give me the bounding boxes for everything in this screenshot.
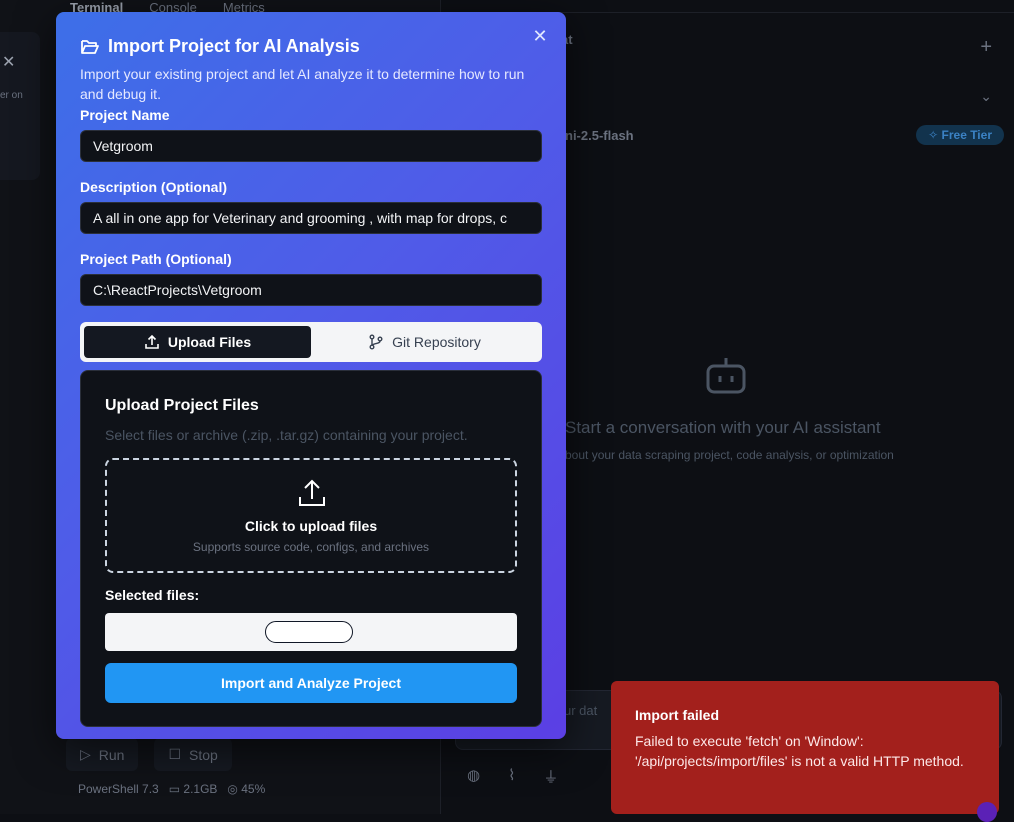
stop-button[interactable]: ☐ Stop bbox=[154, 738, 232, 771]
run-controls: ▷ Run ☐ Stop bbox=[66, 738, 232, 771]
dropzone-subtitle: Supports source code, configs, and archi… bbox=[192, 540, 430, 554]
upload-icon bbox=[145, 334, 159, 349]
empty-state-title: Start a conversation with your AI assist… bbox=[565, 418, 881, 437]
modal-header: Import Project for AI Analysis bbox=[80, 36, 360, 57]
assistant-fab[interactable] bbox=[977, 802, 997, 822]
upload-title: Upload Project Files bbox=[105, 397, 259, 414]
run-label: Run bbox=[98, 746, 125, 763]
tab-git-repository-label: Git Repository bbox=[392, 334, 481, 350]
chat-tools: ◍ ⌇ ⏚ bbox=[467, 766, 558, 787]
project-name-label: Project Name bbox=[80, 107, 170, 123]
selected-files-list bbox=[105, 613, 517, 651]
git-branch-icon bbox=[369, 334, 383, 350]
status-bar: PowerShell 7.3 ▭ 2.1GB ◎ 45% bbox=[78, 782, 265, 796]
paperclip-icon[interactable]: ⌇ bbox=[508, 766, 515, 787]
new-chat-icon[interactable]: + bbox=[980, 36, 992, 59]
empty-state-subtitle: bout your data scraping project, code an… bbox=[565, 448, 894, 462]
robot-icon bbox=[706, 358, 746, 394]
dropzone-title: Click to upload files bbox=[244, 518, 378, 534]
chevron-down-icon[interactable]: ⌄ bbox=[980, 88, 992, 105]
upload-subtitle: Select files or archive (.zip, .tar.gz) … bbox=[105, 427, 468, 443]
notification-text: er on bbox=[0, 90, 23, 101]
play-icon: ▷ bbox=[80, 746, 91, 762]
upload-panel: Upload Project Files Select files or arc… bbox=[80, 370, 542, 727]
toast-message: Failed to execute 'fetch' on 'Window': '… bbox=[635, 733, 964, 769]
stop-label: Stop bbox=[189, 746, 218, 763]
import-project-modal: ✕ Import Project for AI Analysis Import … bbox=[56, 12, 566, 739]
globe-icon[interactable]: ◍ bbox=[467, 766, 480, 787]
modal-description: Import your existing project and let AI … bbox=[80, 66, 525, 102]
selected-files-label: Selected files: bbox=[105, 587, 200, 603]
description-input[interactable]: A all in one app for Veterinary and groo… bbox=[80, 202, 542, 234]
model-name: ni-2.5-flash bbox=[565, 128, 634, 143]
tab-git-repository[interactable]: Git Repository bbox=[311, 326, 538, 358]
run-button[interactable]: ▷ Run bbox=[66, 738, 139, 771]
chat-input-placeholder: ur dat bbox=[564, 703, 598, 718]
tier-badge: ✧ Free Tier bbox=[916, 125, 1004, 145]
stop-icon: ☐ bbox=[168, 746, 182, 762]
close-icon[interactable]: ✕ bbox=[530, 26, 550, 46]
notification-card: ✕ er on bbox=[0, 32, 40, 180]
memory-usage: ▭ 2.1GB bbox=[168, 782, 218, 796]
folder-open-icon bbox=[81, 39, 99, 54]
toast-title: Import failed bbox=[635, 707, 720, 723]
project-name-input[interactable]: Vetgroom bbox=[80, 130, 542, 162]
shell-version: PowerShell 7.3 bbox=[78, 782, 159, 796]
close-icon[interactable]: ✕ bbox=[2, 52, 15, 72]
cpu-usage: ◎ 45% bbox=[227, 782, 266, 796]
modal-title: Import Project for AI Analysis bbox=[108, 36, 360, 56]
project-path-label: Project Path (Optional) bbox=[80, 251, 232, 267]
tab-upload-files-label: Upload Files bbox=[167, 334, 252, 350]
import-analyze-button[interactable]: Import and Analyze Project bbox=[105, 663, 517, 703]
selected-file-chip[interactable] bbox=[265, 621, 353, 643]
file-dropzone[interactable]: Click to upload files Supports source co… bbox=[105, 458, 517, 573]
upload-icon bbox=[299, 479, 325, 506]
import-method-tabs: Upload Files Git Repository bbox=[80, 322, 542, 362]
error-toast[interactable]: Import failed Failed to execute 'fetch' … bbox=[611, 681, 999, 822]
tab-upload-files[interactable]: Upload Files bbox=[84, 326, 311, 358]
microphone-icon[interactable]: ⏚ bbox=[543, 766, 558, 787]
description-label: Description (Optional) bbox=[80, 179, 227, 195]
project-path-input[interactable]: C:\ReactProjects\Vetgroom bbox=[80, 274, 542, 306]
